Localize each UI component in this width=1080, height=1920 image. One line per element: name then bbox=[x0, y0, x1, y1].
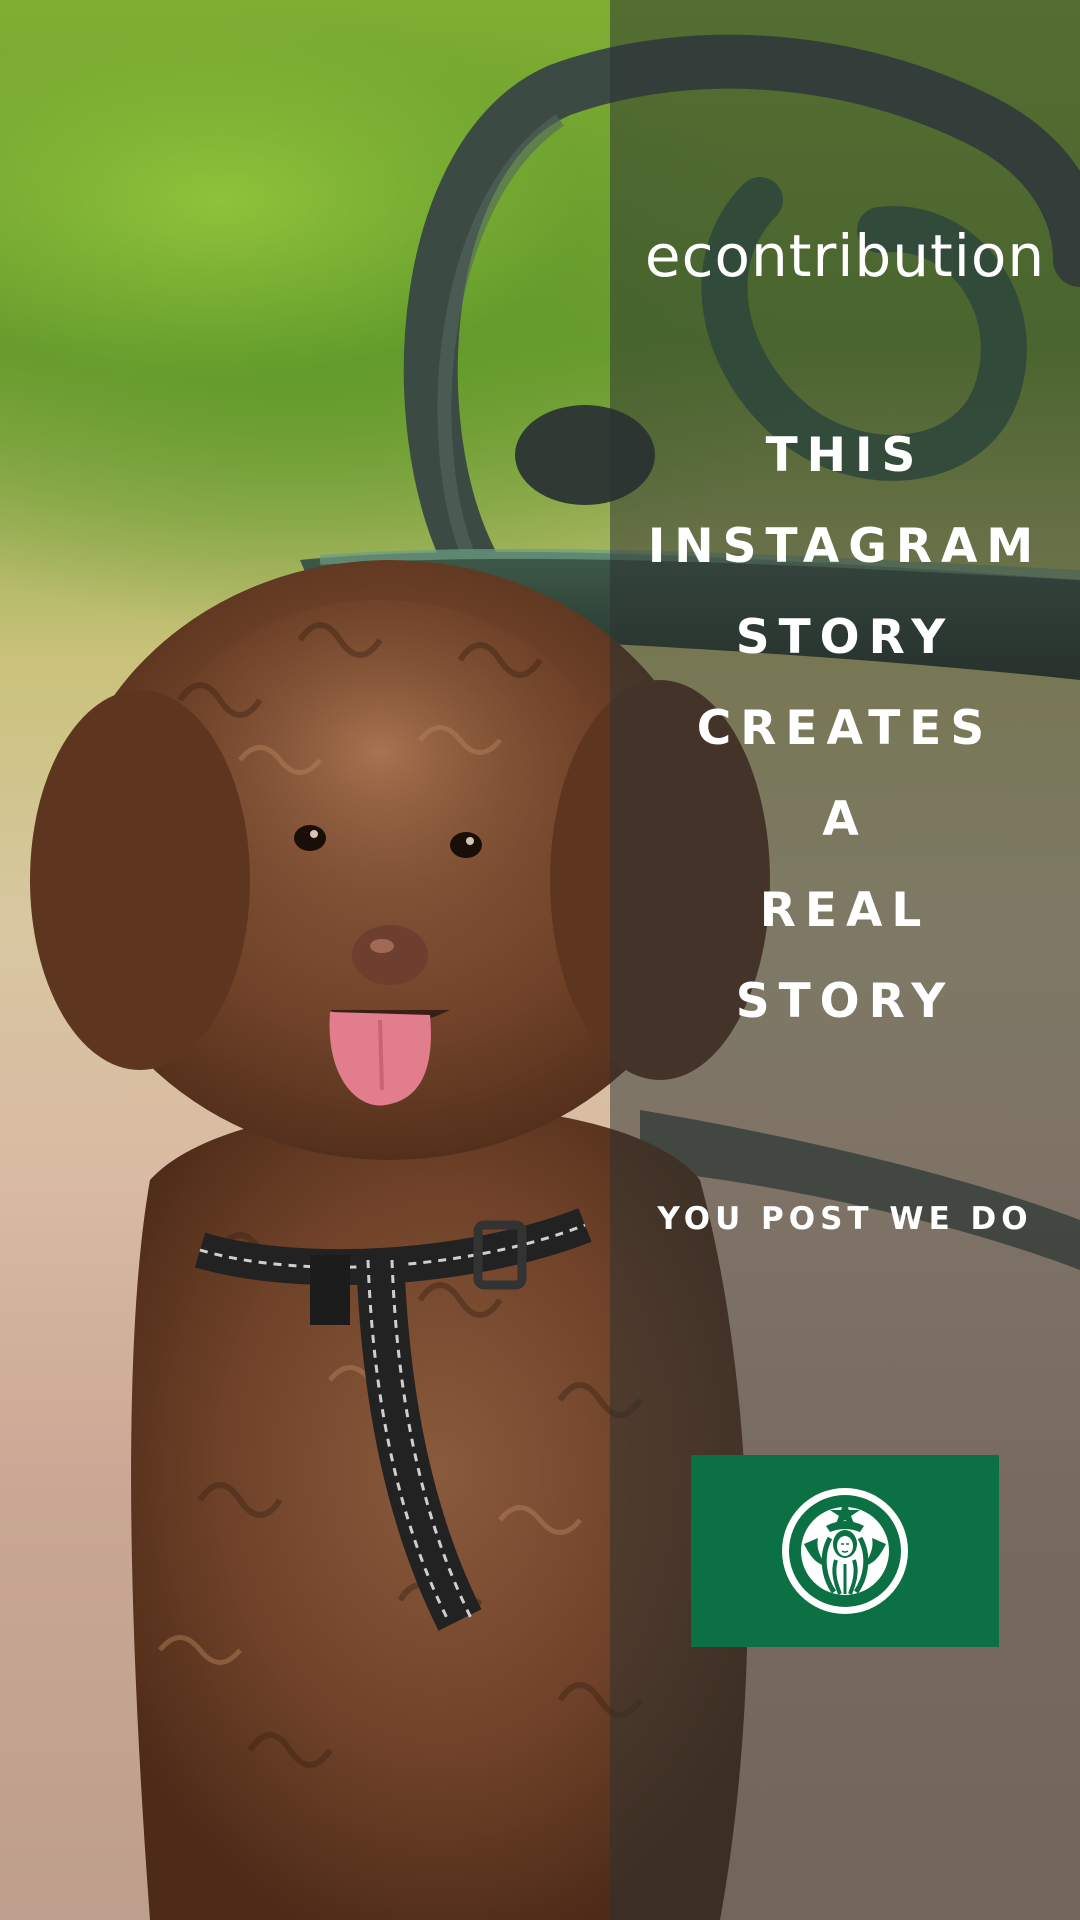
starbucks-siren-logo-icon bbox=[782, 1488, 908, 1614]
instagram-story: econtribution THIS INSTAGRAM STORY CREAT… bbox=[0, 0, 1080, 1920]
headline: THIS INSTAGRAM STORY CREATES A REAL STOR… bbox=[648, 410, 1042, 1047]
sponsor-logo-badge bbox=[691, 1455, 999, 1647]
brand-name-text: econtribution bbox=[644, 222, 1046, 290]
headline-line: A bbox=[822, 792, 868, 847]
headline-line: REAL bbox=[759, 883, 931, 938]
brand-logo-econtribution: econtribution bbox=[645, 222, 1045, 290]
headline-line: STORY bbox=[735, 610, 955, 665]
headline-line: THIS bbox=[765, 428, 925, 483]
tagline: YOU POST WE DO bbox=[657, 1201, 1033, 1237]
headline-line: STORY bbox=[735, 974, 955, 1029]
headline-line: INSTAGRAM bbox=[647, 519, 1043, 574]
headline-line: CREATES bbox=[696, 701, 994, 756]
